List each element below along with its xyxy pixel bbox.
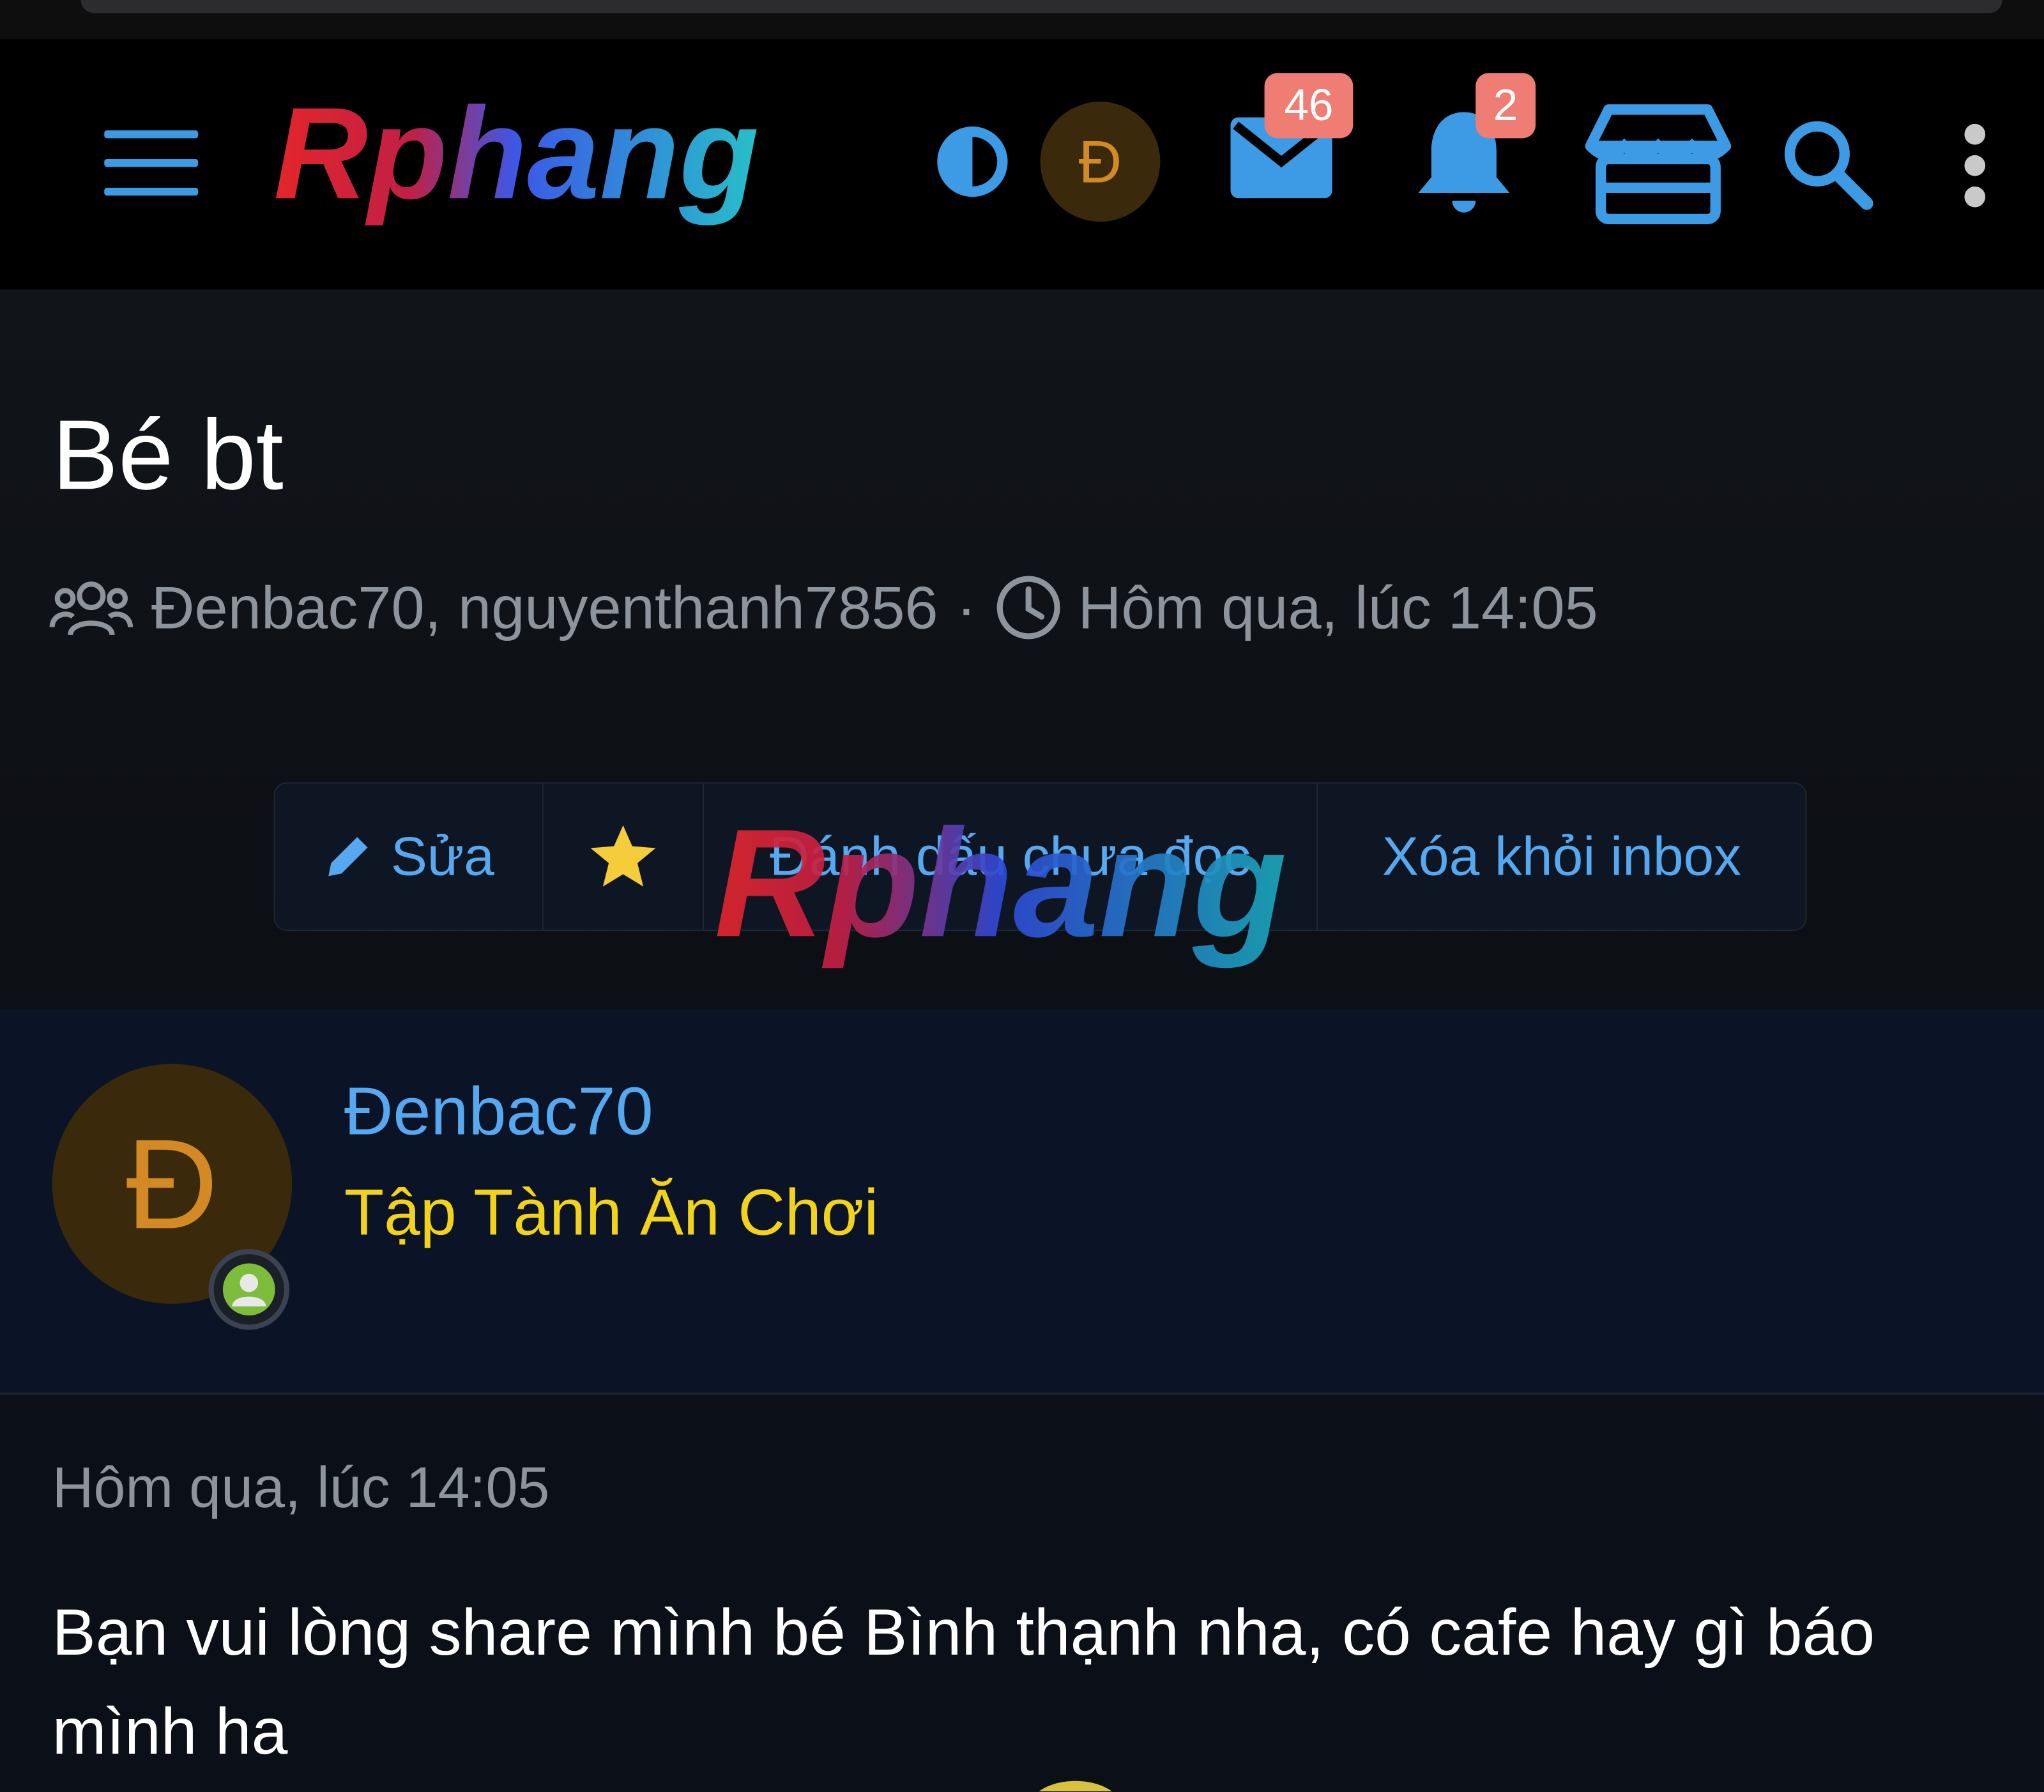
conversation-meta: Đenbac70, nguyenthanh7856 · Hôm qua, lúc… xyxy=(49,569,1598,647)
message-text: Bạn vui lòng share mình bé Bình thạnh nh… xyxy=(52,1595,1875,1768)
user-initial: Đ xyxy=(1078,127,1122,196)
clock-icon xyxy=(996,576,1060,639)
user-avatar[interactable]: Đ xyxy=(1040,102,1161,222)
participants[interactable]: Đenbac70, nguyenthanh7856 xyxy=(151,572,938,643)
remove-label: Xóa khỏi inbox xyxy=(1382,825,1742,887)
edit-label: Sửa xyxy=(390,825,494,887)
meta-separator: · xyxy=(956,573,977,642)
star-button[interactable] xyxy=(544,783,705,930)
store-icon[interactable] xyxy=(1585,102,1732,227)
page-title: Bé bt xyxy=(52,400,284,511)
conversation-start-time: Hôm qua, lúc 14:05 xyxy=(1078,573,1598,642)
address-bar-edge xyxy=(80,0,2002,13)
message-author-panel xyxy=(0,1009,2044,1393)
alerts-badge: 2 xyxy=(1476,73,1536,139)
more-vertical-icon[interactable] xyxy=(1958,123,1992,209)
mark-unread-label: Đánh dấu chưa đọc xyxy=(770,825,1251,887)
page: Rphang Đ 46 2 Bé bt Đenbac70, nguyenthan… xyxy=(0,0,2044,1792)
pencil-icon xyxy=(328,837,367,877)
users-icon xyxy=(49,581,133,636)
site-logo[interactable]: Rphang xyxy=(274,91,860,234)
messages-badge: 46 xyxy=(1264,73,1354,139)
menu-icon[interactable] xyxy=(104,130,199,196)
message-time: Hôm qua, lúc 14:05 xyxy=(52,1456,550,1520)
online-status-icon xyxy=(208,1249,290,1330)
author-title: Tập Tành Ăn Chơi xyxy=(344,1176,879,1250)
theme-toggle-icon[interactable] xyxy=(936,125,1009,198)
search-icon[interactable] xyxy=(1781,118,1875,211)
author-username[interactable]: Đenbac70 xyxy=(344,1072,653,1153)
browser-strip xyxy=(0,0,2044,40)
star-icon xyxy=(590,825,656,887)
mark-unread-button[interactable]: Đánh dấu chưa đọc xyxy=(704,783,1318,930)
author-initial: Đ xyxy=(126,1111,218,1255)
logo-text: Rphang xyxy=(274,91,759,226)
conversation-actions: Sửa Đánh dấu chưa đọc Xóa khỏi inbox xyxy=(273,782,1807,931)
remove-from-inbox-button[interactable]: Xóa khỏi inbox xyxy=(1318,784,1805,930)
edit-button[interactable]: Sửa xyxy=(275,783,544,930)
